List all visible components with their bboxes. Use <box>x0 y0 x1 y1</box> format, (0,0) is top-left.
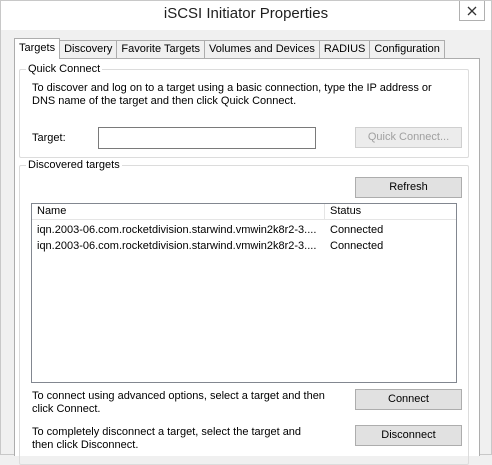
column-header-name[interactable]: Name <box>32 204 324 220</box>
quick-connect-group-label: Quick Connect <box>26 62 103 76</box>
tab-discovery[interactable]: Discovery <box>59 40 118 59</box>
window-title: iSCSI Initiator Properties <box>163 5 329 22</box>
tab-volumes-and-devices[interactable]: Volumes and Devices <box>204 40 320 59</box>
target-row-status: Connected <box>330 224 384 236</box>
target-row-name: iqn.2003-06.com.rocketdivision.starwind.… <box>37 240 317 252</box>
discovered-targets-group-label: Discovered targets <box>26 158 122 172</box>
target-row[interactable]: iqn.2003-06.com.rocketdivision.starwind.… <box>32 222 456 238</box>
tab-favorite-targets[interactable]: Favorite Targets <box>116 40 206 59</box>
quick-connect-description-line1: To discover and log on to a target using… <box>32 82 432 94</box>
targets-list-header: Name Status <box>32 204 456 220</box>
quick-connect-description-line2: DNS name of the target and then click Qu… <box>32 95 297 107</box>
close-button[interactable] <box>459 1 485 21</box>
connect-description-line2: click Connect. <box>32 403 101 415</box>
targets-list[interactable]: Name Status iqn.2003-06.com.rocketdivisi… <box>31 203 457 383</box>
tab-radius[interactable]: RADIUS <box>318 40 371 59</box>
column-header-status[interactable]: Status <box>325 204 455 220</box>
quick-connect-button[interactable]: Quick Connect... <box>355 127 462 148</box>
title-bar[interactable]: iSCSI Initiator Properties <box>1 1 491 30</box>
connect-button[interactable]: Connect <box>355 389 462 410</box>
close-icon <box>467 6 477 15</box>
tab-targets[interactable]: Targets <box>14 38 61 59</box>
tab-configuration[interactable]: Configuration <box>369 40 445 59</box>
target-label: Target: <box>32 132 66 144</box>
target-input[interactable] <box>98 127 316 149</box>
disconnect-description-line2: then click Disconnect. <box>32 439 139 451</box>
discovered-targets-group: Discovered targets Refresh Name Status i… <box>19 158 469 465</box>
disconnect-button[interactable]: Disconnect <box>355 425 462 446</box>
quick-connect-group: Quick Connect To discover and log on to … <box>19 62 469 158</box>
target-row[interactable]: iqn.2003-06.com.rocketdivision.starwind.… <box>32 238 456 254</box>
tab-strip: Targets Discovery Favorite Targets Volum… <box>14 38 445 59</box>
targets-panel: Quick Connect To discover and log on to … <box>14 58 480 465</box>
iscsi-properties-window: iSCSI Initiator Properties Targets Disco… <box>0 0 492 465</box>
disconnect-description-line1: To completely disconnect a target, selec… <box>32 426 302 438</box>
target-row-name: iqn.2003-06.com.rocketdivision.starwind.… <box>37 224 317 236</box>
target-row-status: Connected <box>330 240 384 252</box>
connect-description-line1: To connect using advanced options, selec… <box>32 390 325 402</box>
refresh-button[interactable]: Refresh <box>355 177 462 198</box>
